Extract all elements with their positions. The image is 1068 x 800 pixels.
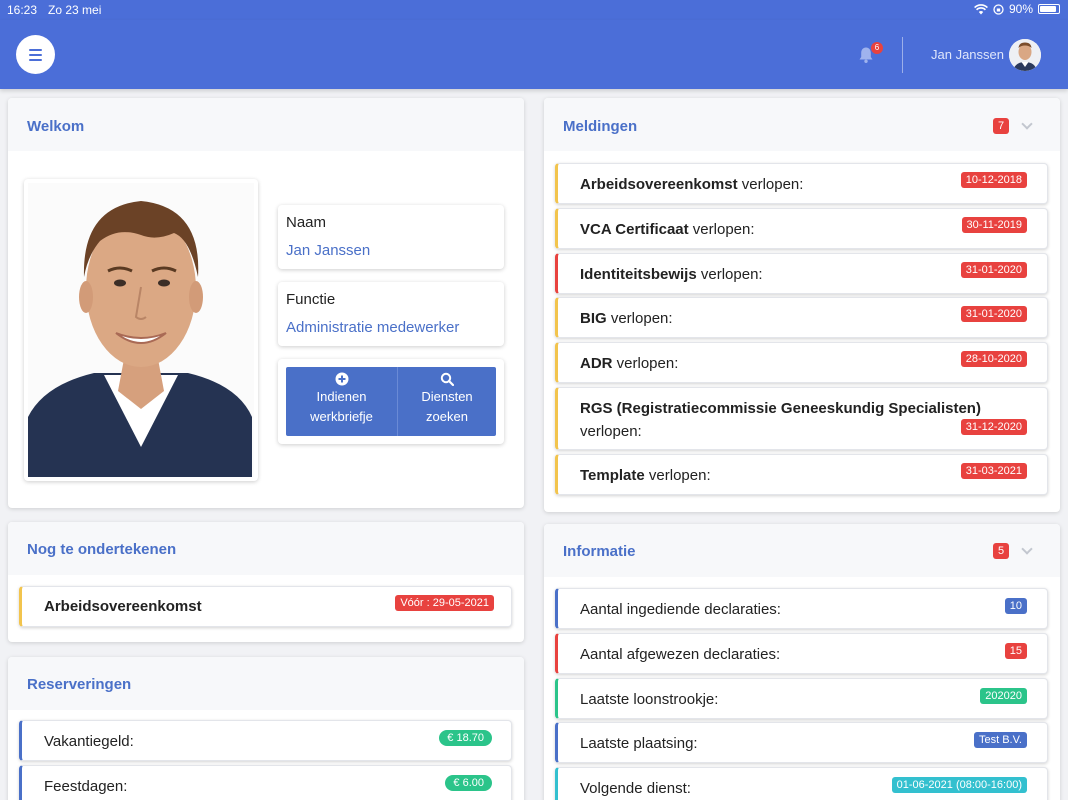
- search-shifts-label-1: Diensten: [421, 389, 473, 404]
- info-label: Aantal afgewezen declaraties:: [580, 646, 781, 663]
- reservering-item-feestdagen[interactable]: Feestdagen: € 6.00: [19, 765, 512, 800]
- date-badge: 10-12-2018: [960, 172, 1027, 188]
- melding-item[interactable]: RGS (Registratiecommissie Geneeskundig S…: [555, 387, 1048, 450]
- informatie-count-badge: 5: [993, 543, 1009, 559]
- battery-icon: [1038, 4, 1060, 14]
- amount-badge: € 18.70: [439, 730, 492, 746]
- name-card: Naam Jan Janssen: [278, 205, 504, 269]
- action-card: Indienen werkbriefje Diensten zoeken: [278, 359, 504, 444]
- status-bar: 16:23 Zo 23 mei 90%: [0, 0, 1068, 20]
- menu-button[interactable]: [16, 35, 55, 74]
- search-shifts-label-2: zoeken: [426, 409, 468, 424]
- meldingen-count-badge: 7: [993, 118, 1009, 134]
- info-item[interactable]: Laatste loonstrookje: 202020: [555, 678, 1048, 719]
- info-value-badge: 10: [1004, 598, 1027, 614]
- info-value-badge: Test B.V.: [973, 732, 1027, 748]
- info-value-badge: 202020: [980, 688, 1027, 704]
- reservering-label: Vakantiegeld:: [44, 733, 134, 750]
- melding-item[interactable]: Identiteitsbewijs verlopen: 31-01-2020: [555, 253, 1048, 294]
- info-item[interactable]: Laatste plaatsing: Test B.V.: [555, 722, 1048, 763]
- search-icon: [440, 372, 454, 386]
- search-shifts-button[interactable]: Diensten zoeken: [398, 367, 496, 436]
- info-item[interactable]: Aantal afgewezen declaraties: 15: [555, 633, 1048, 674]
- notification-count-badge: 6: [871, 42, 883, 54]
- reservering-label: Feestdagen:: [44, 778, 128, 795]
- deadline-badge: Vóór : 29-05-2021: [395, 595, 494, 611]
- reserveringen-title: Reserveringen: [27, 676, 132, 693]
- orientation-lock-icon: [993, 3, 1004, 15]
- status-right: 90%: [974, 2, 1060, 16]
- hamburger-icon: [29, 48, 42, 51]
- info-label: Aantal ingediende declaraties:: [580, 601, 781, 618]
- to-sign-title: Nog te ondertekenen: [27, 541, 177, 558]
- melding-item[interactable]: Arbeidsovereenkomst verlopen: 10-12-2018: [555, 163, 1048, 204]
- info-value-badge: 01-06-2021 (08:00-16:00): [891, 777, 1027, 793]
- info-label: Laatste loonstrookje:: [580, 691, 719, 708]
- welkom-title: Welkom: [27, 118, 85, 135]
- melding-item[interactable]: VCA Certificaat verlopen: 30-11-2019: [555, 208, 1048, 249]
- date-badge: 31-12-2020: [960, 419, 1027, 435]
- date-badge: 31-01-2020: [960, 306, 1027, 322]
- profile-photo: [24, 179, 258, 481]
- amount-badge: € 6.00: [445, 775, 492, 791]
- wifi-icon: [974, 3, 988, 14]
- battery-percentage: 90%: [1008, 2, 1033, 16]
- date-badge: 28-10-2020: [960, 351, 1027, 367]
- header-divider: [902, 37, 903, 73]
- reservering-item-vakantiegeld[interactable]: Vakantiegeld: € 18.70: [19, 720, 512, 761]
- melding-item[interactable]: Template verlopen: 31-03-2021: [555, 454, 1048, 495]
- submit-timesheet-button[interactable]: Indienen werkbriefje: [286, 367, 398, 436]
- user-name[interactable]: Jan Janssen: [931, 47, 1004, 62]
- info-label: Volgende dienst:: [580, 780, 691, 797]
- info-label: Laatste plaatsing:: [580, 735, 698, 752]
- informatie-title: Informatie: [563, 543, 636, 560]
- melding-item[interactable]: BIG verlopen: 31-01-2020: [555, 297, 1048, 338]
- melding-item[interactable]: ADR verlopen: 28-10-2020: [555, 342, 1048, 383]
- submit-timesheet-label-1: Indienen: [316, 389, 367, 404]
- date-badge: 30-11-2019: [961, 217, 1027, 233]
- name-value: Jan Janssen: [286, 242, 371, 259]
- date-badge: 31-03-2021: [960, 463, 1027, 479]
- welkom-header: [8, 98, 524, 151]
- submit-timesheet-label-2: werkbriefje: [310, 409, 373, 424]
- status-date: Zo 23 mei: [48, 3, 102, 17]
- function-card: Functie Administratie medewerker: [278, 282, 504, 346]
- app-header: 6 Jan Janssen: [0, 20, 1068, 89]
- name-label: Naam: [286, 214, 327, 231]
- to-sign-item[interactable]: Arbeidsovereenkomst Vóór : 29-05-2021: [19, 586, 512, 627]
- avatar[interactable]: [1009, 39, 1041, 71]
- info-value-badge: 15: [1004, 643, 1027, 659]
- to-sign-item-label: Arbeidsovereenkomst: [44, 598, 202, 615]
- date-badge: 31-01-2020: [960, 262, 1027, 278]
- meldingen-title: Meldingen: [563, 118, 638, 135]
- plus-circle-icon: [335, 372, 348, 386]
- function-value: Administratie medewerker: [286, 319, 460, 336]
- function-label: Functie: [286, 291, 336, 308]
- status-time: 16:23: [7, 3, 38, 17]
- info-item[interactable]: Volgende dienst: 01-06-2021 (08:00-16:00…: [555, 767, 1048, 800]
- info-item[interactable]: Aantal ingediende declaraties: 10: [555, 588, 1048, 629]
